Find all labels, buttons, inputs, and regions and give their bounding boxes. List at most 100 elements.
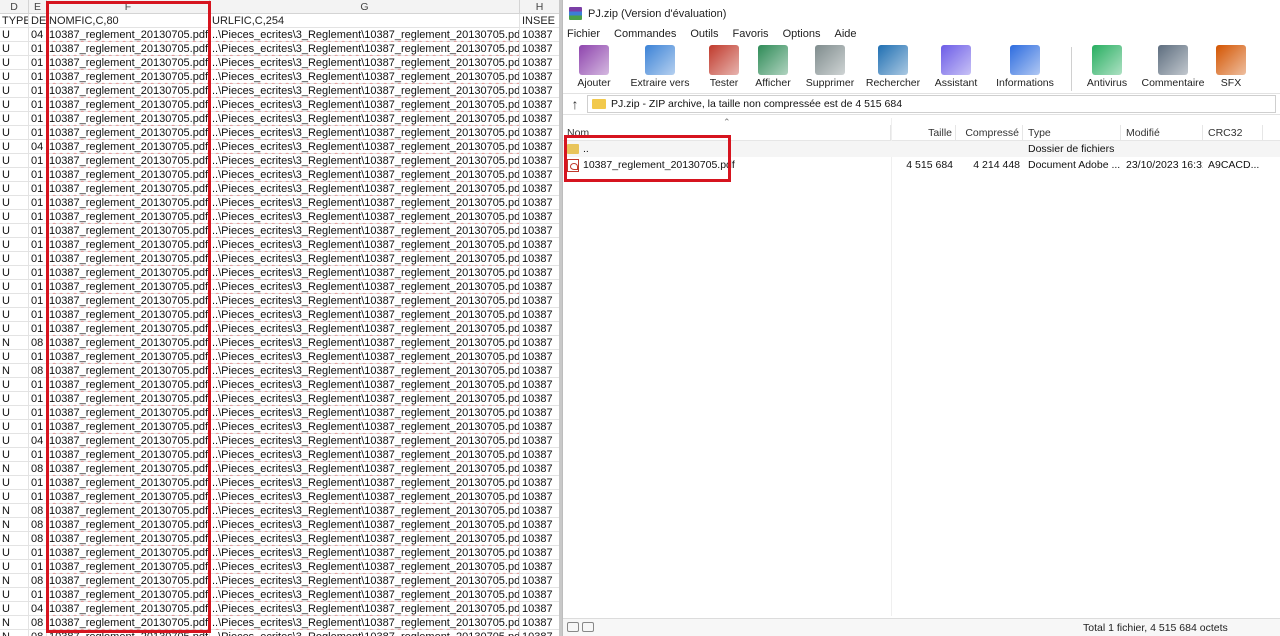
cell-insee[interactable]: 10387 bbox=[520, 84, 560, 98]
cell-insee[interactable]: 10387 bbox=[520, 322, 560, 336]
toolbar-button-sfx[interactable]: SFX bbox=[1210, 45, 1252, 89]
cell-type[interactable]: U bbox=[0, 448, 29, 462]
file-row[interactable]: .. Dossier de fichiers bbox=[563, 141, 1280, 157]
cell-de[interactable]: 01 bbox=[29, 196, 47, 210]
cell-insee[interactable]: 10387 bbox=[520, 518, 560, 532]
cell-insee[interactable]: 10387 bbox=[520, 574, 560, 588]
archive-path-field[interactable]: PJ.zip - ZIP archive, la taille non comp… bbox=[587, 95, 1276, 113]
cell-urlfic[interactable]: ..\Pieces_ecrites\3_Reglement\10387_regl… bbox=[210, 238, 520, 252]
cell-de[interactable]: 01 bbox=[29, 112, 47, 126]
cell-nomfic[interactable]: 10387_reglement_20130705.pdf bbox=[47, 308, 210, 322]
cell-de[interactable]: 01 bbox=[29, 420, 47, 434]
cell-de[interactable]: 08 bbox=[29, 504, 47, 518]
menu-item-outils[interactable]: Outils bbox=[690, 28, 718, 40]
cell-nomfic[interactable]: 10387_reglement_20130705.pdf bbox=[47, 182, 210, 196]
cell-nomfic[interactable]: 10387_reglement_20130705.pdf bbox=[47, 168, 210, 182]
cell-de[interactable]: 01 bbox=[29, 182, 47, 196]
cell-insee[interactable]: 10387 bbox=[520, 98, 560, 112]
file-row[interactable]: 10387_reglement_20130705.pdf 4 515 684 4 2… bbox=[563, 157, 1280, 173]
cell-type[interactable]: U bbox=[0, 350, 29, 364]
cell-type[interactable]: N bbox=[0, 504, 29, 518]
cell-de[interactable]: 01 bbox=[29, 224, 47, 238]
cell-nomfic[interactable]: 10387_reglement_20130705.pdf bbox=[47, 84, 210, 98]
cell-type[interactable]: U bbox=[0, 224, 29, 238]
cell-insee[interactable]: 10387 bbox=[520, 336, 560, 350]
cell-nomfic[interactable]: 10387_reglement_20130705.pdf bbox=[47, 266, 210, 280]
cell-nomfic[interactable]: 10387_reglement_20130705.pdf bbox=[47, 196, 210, 210]
cell-urlfic[interactable]: ..\Pieces_ecrites\3_Reglement\10387_regl… bbox=[210, 266, 520, 280]
cell-type[interactable]: U bbox=[0, 266, 29, 280]
toolbar-button-antivirus[interactable]: Antivirus bbox=[1078, 45, 1136, 89]
cell-insee[interactable]: 10387 bbox=[520, 28, 560, 42]
cell-de[interactable]: 01 bbox=[29, 238, 47, 252]
cell-type[interactable]: N bbox=[0, 364, 29, 378]
cell-insee[interactable]: 10387 bbox=[520, 308, 560, 322]
toolbar-button-informations[interactable]: Informations bbox=[987, 45, 1063, 89]
cell-de[interactable]: 01 bbox=[29, 392, 47, 406]
cell-nomfic[interactable]: 10387_reglement_20130705.pdf bbox=[47, 140, 210, 154]
cell-insee[interactable]: 10387 bbox=[520, 588, 560, 602]
cell-type[interactable]: U bbox=[0, 490, 29, 504]
menu-item-aide[interactable]: Aide bbox=[834, 28, 856, 40]
cell-type[interactable]: N bbox=[0, 574, 29, 588]
cell-nomfic[interactable]: 10387_reglement_20130705.pdf bbox=[47, 630, 210, 636]
cell-nomfic[interactable]: 10387_reglement_20130705.pdf bbox=[47, 364, 210, 378]
cell-de[interactable]: 01 bbox=[29, 350, 47, 364]
column-header-crc[interactable]: CRC32 bbox=[1203, 125, 1263, 141]
cell-urlfic[interactable]: ..\Pieces_ecrites\3_Reglement\10387_regl… bbox=[210, 112, 520, 126]
cell-insee[interactable]: 10387 bbox=[520, 168, 560, 182]
toolbar-button-assistant[interactable]: Assistant bbox=[927, 45, 985, 89]
cell-insee[interactable]: 10387 bbox=[520, 154, 560, 168]
menu-item-options[interactable]: Options bbox=[783, 28, 821, 40]
cell-urlfic[interactable]: ..\Pieces_ecrites\3_Reglement\10387_regl… bbox=[210, 182, 520, 196]
cell-urlfic[interactable]: ..\Pieces_ecrites\3_Reglement\10387_regl… bbox=[210, 560, 520, 574]
cell-insee[interactable]: 10387 bbox=[520, 56, 560, 70]
cell-urlfic[interactable]: ..\Pieces_ecrites\3_Reglement\10387_regl… bbox=[210, 420, 520, 434]
cell-type[interactable]: U bbox=[0, 84, 29, 98]
column-letter-g[interactable]: G bbox=[210, 0, 520, 14]
cell-nomfic[interactable]: 10387_reglement_20130705.pdf bbox=[47, 518, 210, 532]
cell-de[interactable]: 08 bbox=[29, 462, 47, 476]
cell-de[interactable]: 04 bbox=[29, 602, 47, 616]
column-letter-f[interactable]: F bbox=[47, 0, 210, 14]
toolbar-button-supprimer[interactable]: Supprimer bbox=[801, 45, 859, 89]
toolbar-button-ajouter[interactable]: Ajouter bbox=[571, 45, 617, 89]
cell-urlfic[interactable]: ..\Pieces_ecrites\3_Reglement\10387_regl… bbox=[210, 462, 520, 476]
header-cell-type[interactable]: TYPE bbox=[0, 14, 29, 28]
cell-urlfic[interactable]: ..\Pieces_ecrites\3_Reglement\10387_regl… bbox=[210, 42, 520, 56]
cell-de[interactable]: 08 bbox=[29, 574, 47, 588]
cell-type[interactable]: U bbox=[0, 126, 29, 140]
cell-nomfic[interactable]: 10387_reglement_20130705.pdf bbox=[47, 56, 210, 70]
cell-urlfic[interactable]: ..\Pieces_ecrites\3_Reglement\10387_regl… bbox=[210, 406, 520, 420]
cell-insee[interactable]: 10387 bbox=[520, 196, 560, 210]
cell-nomfic[interactable]: 10387_reglement_20130705.pdf bbox=[47, 294, 210, 308]
cell-de[interactable]: 01 bbox=[29, 98, 47, 112]
cell-type[interactable]: U bbox=[0, 196, 29, 210]
cell-de[interactable]: 01 bbox=[29, 476, 47, 490]
cell-urlfic[interactable]: ..\Pieces_ecrites\3_Reglement\10387_regl… bbox=[210, 196, 520, 210]
cell-de[interactable]: 01 bbox=[29, 42, 47, 56]
cell-insee[interactable]: 10387 bbox=[520, 238, 560, 252]
cell-de[interactable]: 01 bbox=[29, 378, 47, 392]
cell-insee[interactable]: 10387 bbox=[520, 546, 560, 560]
cell-urlfic[interactable]: ..\Pieces_ecrites\3_Reglement\10387_regl… bbox=[210, 210, 520, 224]
cell-insee[interactable]: 10387 bbox=[520, 462, 560, 476]
cell-de[interactable]: 01 bbox=[29, 126, 47, 140]
cell-insee[interactable]: 10387 bbox=[520, 378, 560, 392]
cell-type[interactable]: U bbox=[0, 112, 29, 126]
cell-de[interactable]: 08 bbox=[29, 630, 47, 636]
cell-insee[interactable]: 10387 bbox=[520, 490, 560, 504]
cell-urlfic[interactable]: ..\Pieces_ecrites\3_Reglement\10387_regl… bbox=[210, 70, 520, 84]
cell-urlfic[interactable]: ..\Pieces_ecrites\3_Reglement\10387_regl… bbox=[210, 518, 520, 532]
cell-de[interactable]: 04 bbox=[29, 140, 47, 154]
cell-nomfic[interactable]: 10387_reglement_20130705.pdf bbox=[47, 112, 210, 126]
cell-urlfic[interactable]: ..\Pieces_ecrites\3_Reglement\10387_regl… bbox=[210, 98, 520, 112]
cell-type[interactable]: U bbox=[0, 602, 29, 616]
cell-urlfic[interactable]: ..\Pieces_ecrites\3_Reglement\10387_regl… bbox=[210, 476, 520, 490]
cell-urlfic[interactable]: ..\Pieces_ecrites\3_Reglement\10387_regl… bbox=[210, 630, 520, 636]
header-cell-de[interactable]: DE bbox=[29, 14, 47, 28]
cell-de[interactable]: 01 bbox=[29, 294, 47, 308]
cell-nomfic[interactable]: 10387_reglement_20130705.pdf bbox=[47, 392, 210, 406]
cell-nomfic[interactable]: 10387_reglement_20130705.pdf bbox=[47, 406, 210, 420]
cell-urlfic[interactable]: ..\Pieces_ecrites\3_Reglement\10387_regl… bbox=[210, 56, 520, 70]
